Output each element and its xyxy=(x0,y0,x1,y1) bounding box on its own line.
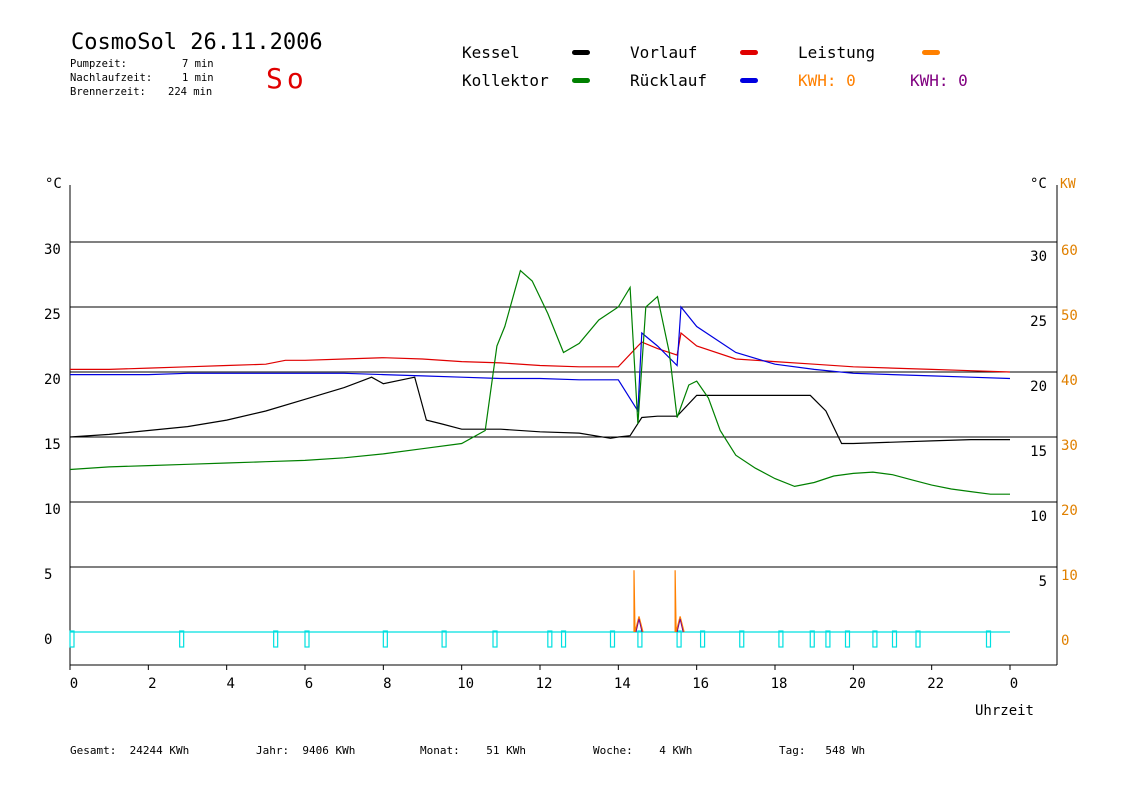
pump-pulse xyxy=(872,630,878,648)
y-tick-left: 30 xyxy=(44,242,61,258)
y-tick-right-c: 20 xyxy=(1030,379,1047,395)
x-tick-label: 2 xyxy=(148,676,156,692)
y-tick-right-kw: 20 xyxy=(1061,503,1078,519)
x-tick-label: 10 xyxy=(457,676,474,692)
series-line-rcklauf xyxy=(70,305,1011,413)
pump-pulse xyxy=(778,630,784,648)
y-tick-right-kw: 50 xyxy=(1061,308,1078,324)
footer-jahr: Jahr: 9406 KWh xyxy=(256,744,356,757)
y-tick-right-c: 25 xyxy=(1030,314,1047,330)
x-tick-label: 20 xyxy=(849,676,866,692)
y-tick-left: 25 xyxy=(44,307,61,323)
pump-pulse xyxy=(699,630,706,648)
y-tick-right-kw: 30 xyxy=(1061,438,1078,454)
pump-pulse xyxy=(492,630,498,648)
y-unit-left: °C xyxy=(45,176,62,192)
y-tick-right-kw: 0 xyxy=(1061,633,1069,649)
pump-pulse xyxy=(547,630,553,648)
x-tick-label: 12 xyxy=(536,676,553,692)
pump-pulse xyxy=(441,630,447,648)
x-tick-label: 18 xyxy=(771,676,788,692)
series-line-kessel xyxy=(69,376,1010,445)
y-tick-left: 20 xyxy=(44,372,61,388)
series-line-kollektor xyxy=(69,269,1010,495)
y-tick-left: 15 xyxy=(44,437,61,453)
pump-pulse xyxy=(560,630,567,648)
pump-pulse xyxy=(179,630,185,648)
pump-pulse xyxy=(304,630,310,648)
y-tick-right-c: 15 xyxy=(1030,444,1047,460)
x-tick-label: 16 xyxy=(692,676,709,692)
x-tick-label: 14 xyxy=(614,676,631,692)
y-tick-left: 10 xyxy=(44,502,61,518)
pump-pulse xyxy=(891,630,898,648)
y-unit-right-c: °C xyxy=(1030,176,1047,192)
pump-pulse xyxy=(69,630,75,648)
y-tick-right-c: 10 xyxy=(1030,509,1047,525)
pump-pulse xyxy=(825,630,831,648)
x-tick-label: 8 xyxy=(383,676,391,692)
pump-pulse xyxy=(273,630,279,648)
y-tick-left: 0 xyxy=(44,632,52,648)
pump-pulse xyxy=(915,630,921,648)
pump-pulse xyxy=(676,630,682,648)
x-axis-label: Uhrzeit xyxy=(975,703,1034,719)
x-tick-label: 6 xyxy=(305,676,313,692)
pump-pulse xyxy=(844,630,851,648)
y-tick-right-kw: 10 xyxy=(1061,568,1078,584)
x-tick-label: 4 xyxy=(226,676,234,692)
y-unit-right-kw: KW xyxy=(1060,177,1076,192)
pump-pulse xyxy=(382,630,388,648)
series-line-vorlauf xyxy=(70,331,1011,373)
footer-gesamt: Gesamt: 24244 KWh xyxy=(70,744,190,757)
y-tick-right-kw: 40 xyxy=(1061,373,1078,389)
y-tick-left: 5 xyxy=(44,567,52,583)
pump-pulse xyxy=(739,630,745,648)
temperature-chart: °C °C KW0510152025305101520253001020304050… xyxy=(44,176,1078,719)
pump-pulse xyxy=(609,630,616,648)
footer-monat: Monat: 51 KWh xyxy=(420,744,526,757)
pump-pulse xyxy=(985,630,992,648)
footer-woche: Woche: 4 KWh xyxy=(593,744,693,757)
x-tick-label: 22 xyxy=(927,676,944,692)
x-tick-label: 0 xyxy=(70,676,78,692)
y-tick-right-c: 5 xyxy=(1039,574,1047,590)
x-tick-label: 0 xyxy=(1010,676,1018,692)
pump-pulse xyxy=(809,630,815,648)
footer-tag: Tag: 548 Wh xyxy=(779,744,866,757)
y-tick-right-kw: 60 xyxy=(1061,243,1078,259)
y-tick-right-c: 30 xyxy=(1030,249,1047,265)
pump-pulse xyxy=(637,630,643,648)
